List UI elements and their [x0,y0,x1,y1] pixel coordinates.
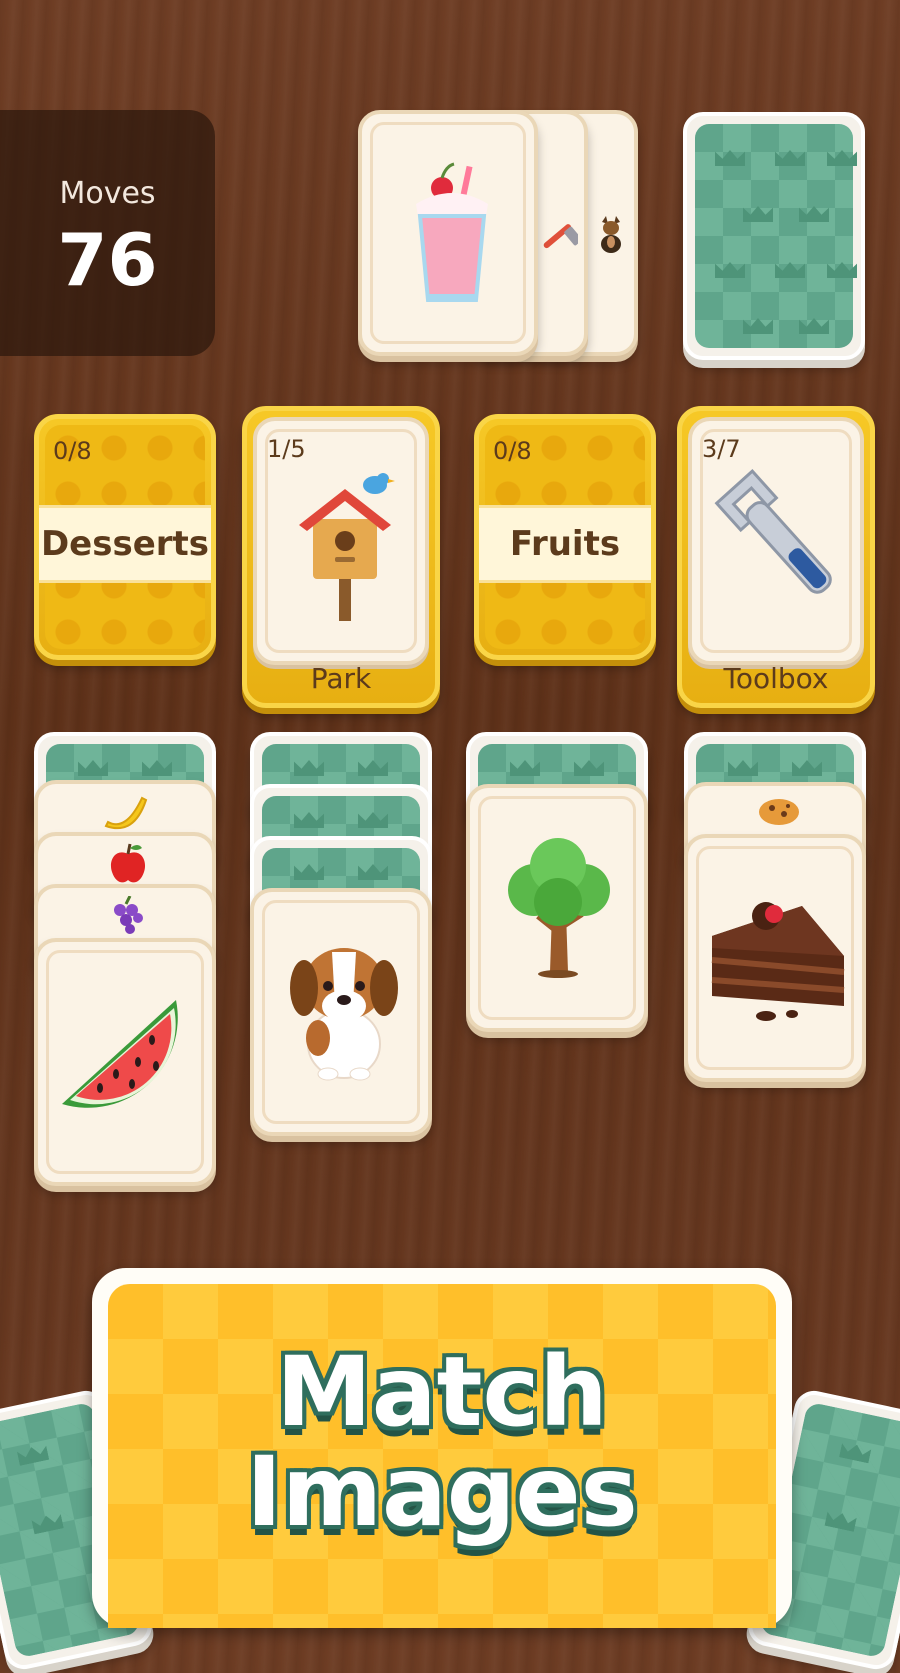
chocolate-cake-icon [711,902,845,1021]
category-progress: 3/7 [702,435,741,463]
card-watermelon[interactable] [34,938,216,1186]
category-slot-fruits[interactable]: 0/8 Fruits [474,414,656,660]
birdhouse-icon [299,473,395,621]
apple-icon [110,843,146,883]
hammer-icon [543,224,578,249]
watermelon-icon [62,1000,178,1108]
stock-pile[interactable] [683,112,865,360]
moves-panel: Moves 76 [0,110,215,356]
banner-title-line1: Match [276,1336,608,1448]
banner-title-line2: Images [246,1436,638,1548]
category-label: Desserts [39,505,211,583]
dog-icon [601,216,621,253]
category-slot-desserts[interactable]: 0/8 Desserts [34,414,216,660]
category-label: Park [310,662,372,695]
card-tree[interactable] [466,784,648,1032]
promo-banner: Match Images [92,1268,792,1628]
category-slot-toolbox[interactable]: 3/7 Toolbox [677,406,875,708]
category-slot-park[interactable]: 1/5 Park [242,406,440,708]
moves-count: 76 [57,218,158,302]
category-progress: 0/8 [53,437,92,465]
puppy-icon [290,948,398,1081]
card-puppy[interactable] [250,888,432,1136]
tree-icon [508,838,610,978]
category-progress: 0/8 [493,437,532,465]
category-progress: 1/5 [267,435,306,463]
banana-icon [104,796,148,830]
waste-card-milkshake[interactable] [358,110,538,356]
category-label: Fruits [479,505,651,583]
card-chocolate-cake[interactable] [684,834,866,1082]
wrench-icon [714,469,832,594]
milkshake-icon [416,162,488,302]
cookie-icon [759,799,799,825]
category-label: Toolbox [723,662,829,695]
moves-label: Moves [59,176,156,211]
grapes-icon [114,896,143,934]
